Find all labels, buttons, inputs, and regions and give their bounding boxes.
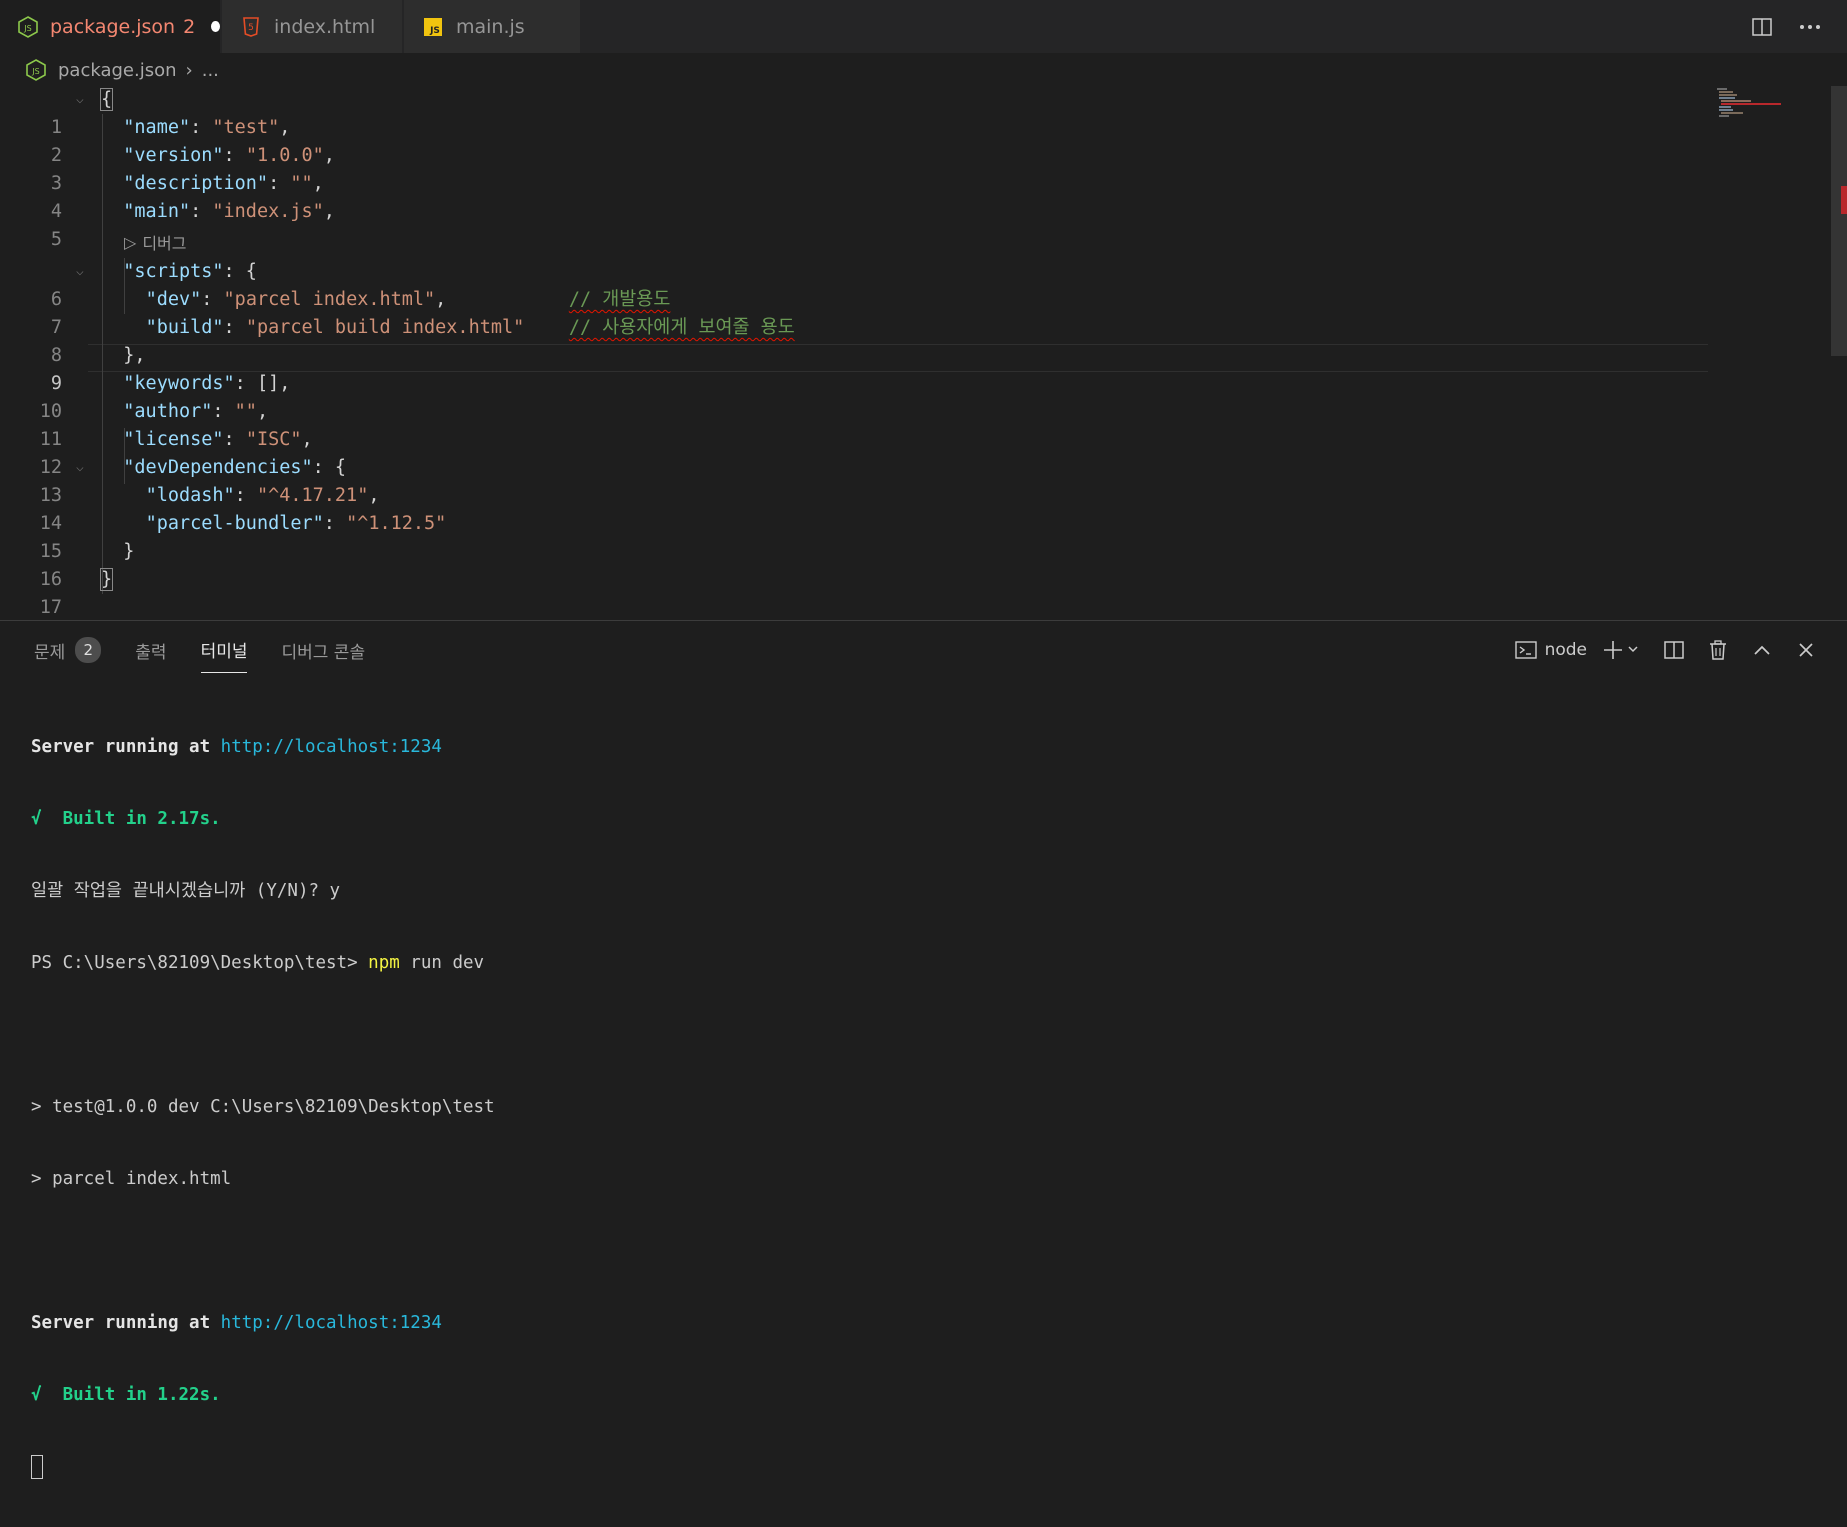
editor-scrollbar[interactable]	[1831, 86, 1847, 620]
breadcrumb-more[interactable]: ...	[202, 60, 219, 81]
trash-icon[interactable]	[1703, 635, 1733, 665]
terminal-line: √ Built in 2.17s.	[31, 809, 221, 829]
code-line: 11 "author": "",	[0, 398, 1710, 450]
code-line: 2 "name": "test",	[0, 114, 1710, 166]
terminal-selector[interactable]: node	[1514, 640, 1587, 660]
tab-terminal[interactable]: 터미널	[200, 637, 248, 673]
line-number: 5	[50, 229, 62, 250]
panel-actions: node	[1514, 635, 1821, 665]
code-editor[interactable]: 1 ⌵ { 2 "name": "test", 3 "version": "1.…	[0, 86, 1847, 620]
code-line: 10 "keywords": [],	[0, 370, 1710, 422]
minimap[interactable]	[1717, 86, 1827, 126]
tab-label: main.js	[456, 15, 525, 38]
fold-chevron-icon[interactable]: ⌵	[76, 86, 84, 114]
bottom-panel: 문제 2 출력 터미널 디버그 콘솔 node Server running a…	[0, 620, 1847, 1479]
code-line: 16 }	[0, 538, 1710, 590]
code-line: 9 },	[0, 342, 1710, 394]
terminal-line: Server running at http://localhost:1234	[31, 737, 442, 757]
localhost-link[interactable]: http://localhost:1234	[221, 1313, 442, 1333]
terminal-line: Server running at http://localhost:1234	[31, 1313, 442, 1333]
new-terminal-icon[interactable]	[1601, 635, 1645, 665]
tab-output[interactable]: 출력	[135, 637, 166, 673]
tab-problems[interactable]: 문제 2	[34, 637, 102, 673]
tab-bar-actions	[1747, 12, 1825, 42]
html5-icon: 5	[240, 16, 262, 38]
code-line: 17 }	[0, 566, 1710, 618]
code-line: 14 "lodash": "^4.17.21",	[0, 482, 1710, 534]
tab-debug-console[interactable]: 디버그 콘솔	[281, 637, 365, 673]
code-line: 5 "main": "index.js",	[0, 198, 1710, 250]
svg-text:JS: JS	[31, 67, 39, 76]
tab-label: package.json	[50, 15, 176, 38]
panel-tabs: 문제 2 출력 터미널 디버그 콘솔	[34, 637, 365, 673]
code-line: 3 "version": "1.0.0",	[0, 142, 1710, 194]
tab-index-html[interactable]: 5 index.html	[222, 0, 402, 53]
unsaved-dot-icon[interactable]	[211, 21, 220, 32]
fold-chevron-icon[interactable]: ⌵	[76, 258, 84, 286]
split-terminal-icon[interactable]	[1659, 635, 1689, 665]
terminal-line: 일괄 작업을 끝내시겠습니까 (Y/N)? y	[31, 881, 341, 901]
tab-package-json[interactable]: JS package.json 2	[0, 0, 220, 53]
terminal-line: > parcel index.html	[31, 1169, 232, 1189]
code-line: 12 "license": "ISC",	[0, 426, 1710, 478]
breadcrumb-file[interactable]: package.json	[58, 60, 177, 81]
scrollbar-thumb[interactable]	[1831, 86, 1847, 356]
breadcrumb: JS package.json › ...	[26, 56, 219, 84]
more-actions-icon[interactable]	[1795, 12, 1825, 42]
maximize-panel-icon[interactable]	[1747, 635, 1777, 665]
nodejs-icon: JS	[18, 15, 38, 38]
terminal-icon	[1514, 641, 1537, 659]
terminal-cursor	[31, 1455, 43, 1479]
tab-label: index.html	[274, 15, 376, 38]
editor-tab-bar: JS package.json 2 5 index.html JS main.j…	[0, 0, 1847, 53]
js-icon: JS	[422, 16, 444, 38]
code-line: 15 "parcel-bundler": "^1.12.5"	[0, 510, 1710, 562]
close-icon[interactable]	[1791, 635, 1821, 665]
error-marker	[1841, 186, 1847, 214]
debug-codelens[interactable]: ▷ 디버그	[124, 230, 186, 254]
chevron-right-icon: ›	[185, 59, 193, 81]
code-line: 1 ⌵ {	[0, 86, 1710, 138]
split-editor-icon[interactable]	[1747, 12, 1777, 42]
nodejs-icon: JS	[26, 59, 46, 81]
tab-main-js[interactable]: JS main.js	[404, 0, 580, 53]
play-icon: ▷	[124, 232, 137, 252]
terminal-output[interactable]: Server running at http://localhost:1234 …	[31, 687, 495, 1527]
problem-count: 2	[183, 15, 196, 38]
terminal-line	[31, 1455, 495, 1479]
terminal-line: PS C:\Users\82109\Desktop\test> npm run …	[31, 953, 485, 973]
terminal-line: √ Built in 1.22s.	[31, 1385, 221, 1405]
code-line: 18	[0, 594, 1710, 620]
svg-text:5: 5	[248, 23, 254, 33]
code-line: 7 "dev": "parcel index.html", // 개발용도	[0, 286, 1710, 338]
fold-chevron-icon[interactable]: ⌵	[76, 454, 84, 482]
code-line: 6 ⌵ "scripts": {	[0, 258, 1710, 310]
code-line: 13 ⌵ "devDependencies": {	[0, 454, 1710, 506]
svg-text:JS: JS	[429, 26, 440, 36]
svg-text:JS: JS	[23, 24, 31, 33]
code-line: 8 "build": "parcel build index.html" // …	[0, 314, 1710, 366]
problems-badge: 2	[75, 637, 102, 663]
terminal-line: > test@1.0.0 dev C:\Users\82109\Desktop\…	[31, 1097, 495, 1117]
code-line: 4 "description": "",	[0, 170, 1710, 222]
localhost-link[interactable]: http://localhost:1234	[221, 737, 442, 757]
